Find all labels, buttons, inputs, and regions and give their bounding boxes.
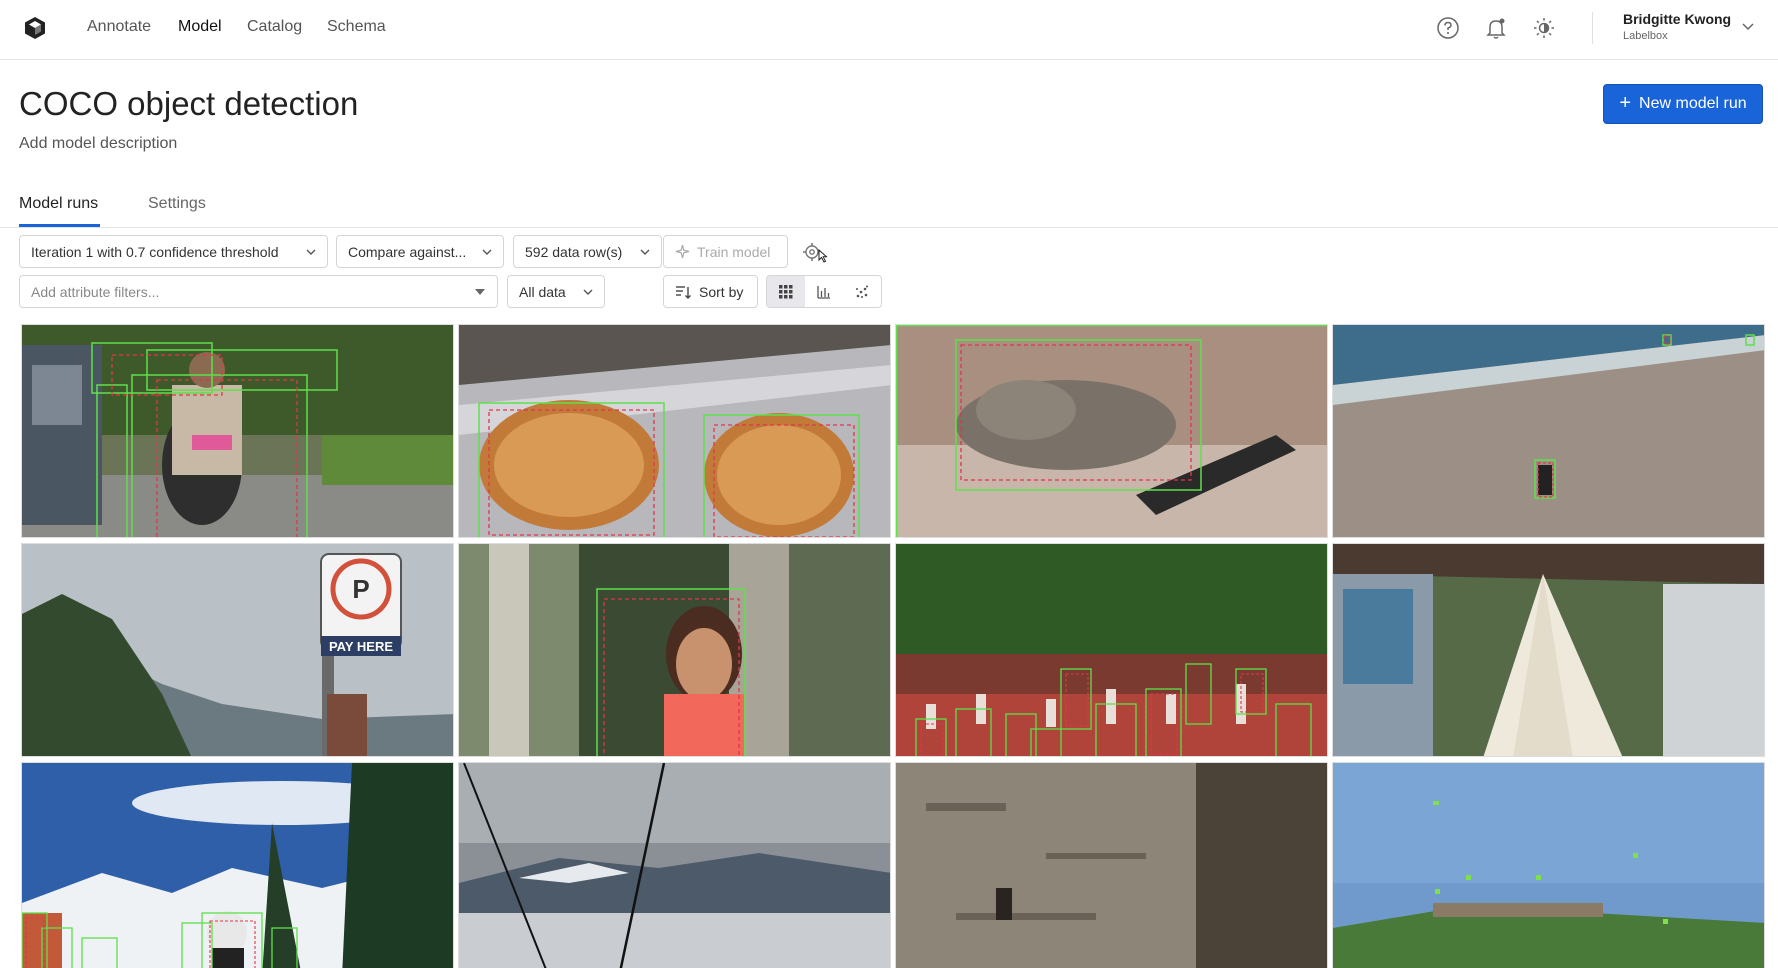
sparkle-icon (675, 244, 690, 259)
gallery-tile-7[interactable] (895, 543, 1328, 757)
gallery-tile-6[interactable] (458, 543, 891, 757)
tab-model-runs[interactable]: Model runs (19, 195, 98, 213)
model-run-select[interactable]: Iteration 1 with 0.7 confidence threshol… (19, 235, 328, 268)
nav-divider (1592, 12, 1593, 44)
help-icon[interactable] (1435, 15, 1461, 41)
nav-model[interactable]: Model (178, 18, 222, 36)
grid-icon (779, 284, 793, 298)
scatter-icon (856, 285, 868, 298)
new-model-run-label: New model run (1639, 95, 1747, 112)
attribute-filter-placeholder: Add attribute filters... (31, 283, 160, 300)
image-thumbnail (22, 763, 453, 968)
nav-schema[interactable]: Schema (327, 18, 386, 36)
image-thumbnail (459, 544, 890, 756)
gallery-tile-4[interactable] (1332, 324, 1765, 538)
nav-catalog[interactable]: Catalog (247, 18, 302, 36)
view-chart-button[interactable] (805, 276, 843, 307)
page-title: COCO object detection (19, 85, 359, 122)
chevron-down-icon (306, 249, 316, 255)
image-thumbnail: P PAY HERE (22, 544, 453, 756)
top-navbar: Annotate Model Catalog Schema Bridgitte … (0, 0, 1778, 60)
plus-icon: + (1619, 92, 1632, 114)
sort-by-label: Sort by (699, 283, 744, 300)
data-rows-select[interactable]: 592 data row(s) (513, 235, 662, 268)
gallery-tile-11[interactable] (895, 762, 1328, 968)
caret-down-icon (475, 289, 485, 295)
gallery-tile-5[interactable]: P PAY HERE (21, 543, 454, 757)
svg-text:P: P (352, 574, 369, 604)
image-thumbnail (896, 325, 1327, 537)
settings-gear-icon[interactable] (802, 241, 828, 263)
train-model-label: Train model (697, 243, 771, 260)
chevron-down-icon (482, 249, 492, 255)
user-org: Labelbox (1623, 30, 1668, 42)
gallery-tile-8[interactable] (1332, 543, 1765, 757)
model-description[interactable]: Add model description (19, 135, 177, 153)
view-grid-button[interactable] (767, 276, 805, 307)
image-thumbnail (896, 544, 1327, 756)
tab-settings[interactable]: Settings (148, 195, 206, 213)
gallery-tile-9[interactable] (21, 762, 454, 968)
theme-toggle-icon[interactable] (1531, 15, 1557, 41)
compare-select[interactable]: Compare against... (336, 235, 504, 268)
chevron-down-icon (640, 249, 650, 255)
nav-annotate[interactable]: Annotate (87, 18, 151, 36)
chevron-down-icon[interactable] (1740, 18, 1756, 34)
sort-icon (676, 285, 691, 299)
user-name[interactable]: Bridgitte Kwong (1623, 11, 1731, 27)
sort-by-button[interactable]: Sort by (663, 275, 758, 308)
model-run-select-value: Iteration 1 with 0.7 confidence threshol… (31, 243, 279, 260)
data-rows-select-value: 592 data row(s) (525, 243, 623, 260)
data-row-gallery: P PAY HERE (21, 324, 1765, 968)
gallery-tile-1[interactable] (21, 324, 454, 538)
labelbox-logo-icon[interactable] (24, 16, 46, 40)
compare-select-value: Compare against... (348, 243, 467, 260)
train-model-button[interactable]: Train model (663, 235, 788, 268)
image-thumbnail (1333, 325, 1764, 537)
bar-chart-icon (817, 285, 830, 299)
image-thumbnail (1333, 763, 1764, 968)
view-projector-button[interactable] (843, 276, 881, 307)
svg-text:PAY HERE: PAY HERE (329, 639, 393, 654)
data-filter-select[interactable]: All data (507, 275, 605, 308)
data-filter-value: All data (519, 283, 566, 300)
image-thumbnail (459, 325, 890, 537)
image-thumbnail (22, 325, 453, 537)
image-thumbnail (459, 763, 890, 968)
gallery-tile-10[interactable] (458, 762, 891, 968)
view-mode-toggle (766, 275, 882, 308)
notification-bell-icon[interactable] (1483, 15, 1509, 41)
gallery-tile-3[interactable] (895, 324, 1328, 538)
gallery-tile-12[interactable] (1332, 762, 1765, 968)
gallery-tile-2[interactable] (458, 324, 891, 538)
image-thumbnail (1333, 544, 1764, 756)
chevron-down-icon (583, 289, 593, 295)
attribute-filter-input[interactable]: Add attribute filters... (19, 275, 498, 308)
new-model-run-button[interactable]: + New model run (1603, 84, 1763, 124)
image-thumbnail (896, 763, 1327, 968)
tabs-divider (0, 227, 1778, 228)
